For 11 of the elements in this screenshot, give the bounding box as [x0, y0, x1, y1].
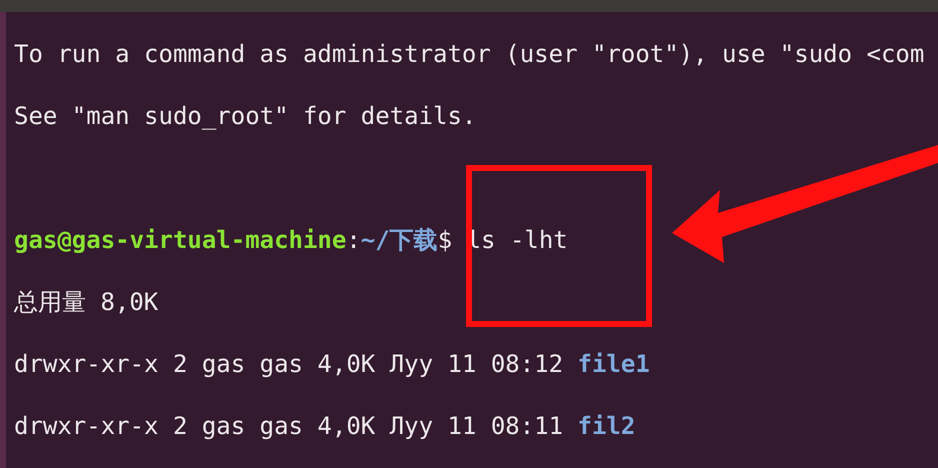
file-info: drwxr-xr-x 2 gas gas 4,0K Луу 11 08:11: [14, 411, 564, 442]
output-line: To run a command as administrator (user "root"), use "sudo <com: [14, 39, 924, 70]
current-path: ~/下载: [360, 225, 438, 256]
directory-name: fil2: [578, 411, 636, 442]
file-info: drwxr-xr-x 2 gas gas 4,0K Луу 11 08:12: [14, 349, 564, 380]
prompt-symbol: $: [438, 225, 452, 256]
user-host: gas@gas-virtual-machine: [14, 225, 346, 256]
output-line: See "man sudo_root" for details.: [14, 101, 476, 132]
output-line: 总用量 8,0K: [14, 287, 158, 318]
separator: :: [346, 225, 361, 256]
directory-name: file1: [578, 349, 650, 380]
